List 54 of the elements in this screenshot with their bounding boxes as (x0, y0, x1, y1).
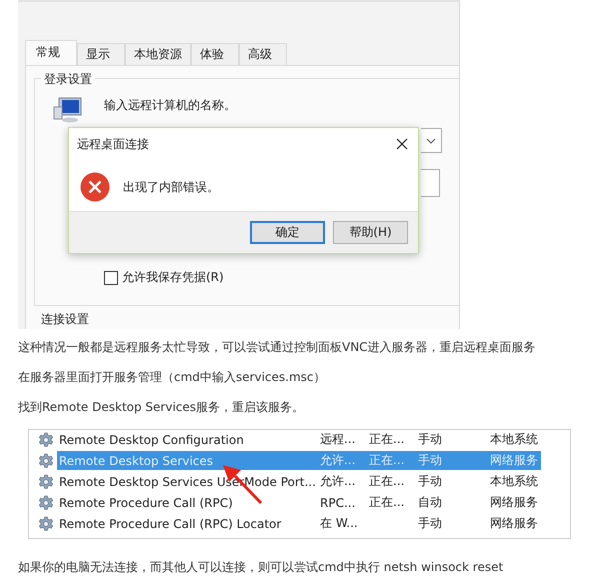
tab[interactable]: 体验 (191, 43, 239, 65)
input-field[interactable] (421, 169, 440, 197)
service-name: Remote Desktop Configuration (58, 432, 245, 446)
tab[interactable]: 高级 (239, 43, 287, 65)
service-description: 远程... (320, 431, 356, 448)
paragraph: 这种情况一般都是远程服务太忙导致，可以尝试通过控制面板VNC进入服务器，重启远程桌面服务 (17, 339, 537, 355)
checkbox[interactable] (104, 270, 118, 284)
paragraph: 在服务器里面打开服务管理（cmd中输入services.msc） (17, 369, 326, 385)
service-row[interactable]: Remote Desktop Configuration 远程... 正在... 手动 本地系统 (57, 430, 541, 449)
group-title: 连接设置 (41, 311, 89, 328)
service-startup: 手动 (418, 515, 443, 532)
service-startup: 自动 (418, 494, 443, 511)
paragraph: 找到Remote Desktop Services服务，重启该服务。 (17, 399, 306, 415)
error-message: 出现了内部错误。 (123, 178, 219, 196)
checkbox-label: 允许我保存凭据(R) (122, 269, 224, 286)
dialog-button[interactable]: 确定 (250, 221, 325, 244)
gear-icon (38, 432, 54, 448)
service-startup: 手动 (418, 473, 443, 490)
gear-icon (38, 474, 54, 490)
service-logon: 网络服务 (490, 494, 539, 511)
service-startup: 手动 (418, 452, 443, 469)
service-name: Remote Desktop Services (58, 454, 214, 468)
service-startup: 手动 (418, 431, 443, 448)
service-status: 正在... (369, 453, 404, 467)
service-status: 正在... (369, 432, 404, 446)
service-description: 允许... (320, 452, 356, 469)
service-logon: 网络服务 (490, 515, 539, 532)
computer-dropdown[interactable] (421, 128, 442, 153)
tab[interactable]: 常规 (25, 40, 77, 65)
gear-icon (38, 516, 54, 532)
gear-icon (38, 494, 54, 510)
service-row[interactable]: Remote Procedure Call (RPC) RPC... 正在... 自动 网络服务 (57, 493, 541, 512)
paragraph: 如果你的电脑无法连接，而其他人可以连接，则可以尝试cmd中执行 netsh winsock reset (17, 559, 504, 575)
service-status: 正在... (369, 474, 404, 488)
close-icon[interactable] (396, 138, 408, 150)
service-description: RPC... (320, 496, 356, 510)
service-row[interactable]: Remote Procedure Call (RPC) Locator 在 W... 手动 网络服务 (57, 514, 541, 533)
service-description: 允许... (320, 473, 356, 490)
service-logon: 网络服务 (490, 452, 539, 469)
service-name: Remote Procedure Call (RPC) (58, 496, 234, 510)
service-logon: 本地系统 (490, 473, 539, 490)
dialog-title: 远程桌面连接 (77, 136, 149, 152)
tab[interactable]: 本地资源 (125, 43, 191, 65)
dialog-button[interactable]: 帮助(H) (333, 221, 408, 244)
service-status: 正在... (369, 495, 404, 509)
service-description: 在 W... (320, 515, 359, 532)
tab[interactable]: 显示 (77, 43, 125, 65)
error-icon (80, 172, 110, 202)
chevron-icon (426, 138, 436, 144)
prompt-text: 输入远程计算机的名称。 (104, 97, 236, 114)
service-logon: 本地系统 (490, 431, 539, 448)
computer-icon (53, 97, 83, 123)
service-name: Remote Procedure Call (RPC) Locator (58, 516, 282, 530)
gear-icon (38, 452, 54, 468)
